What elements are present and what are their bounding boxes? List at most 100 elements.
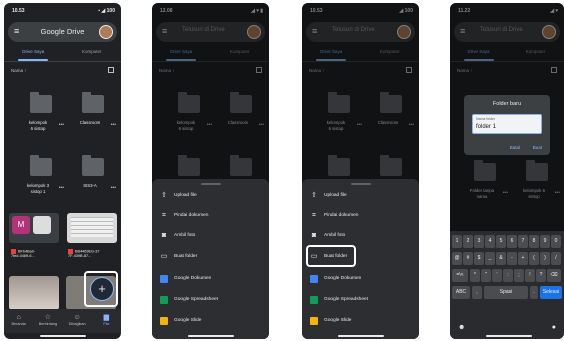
folder-item[interactable]: kelompok 6 sistop ••• — [18, 92, 64, 155]
people-icon: ☺ — [73, 314, 81, 321]
key[interactable]: - — [507, 252, 517, 265]
file-thumbnail[interactable]: M — [9, 213, 59, 243]
google-slides-icon — [160, 317, 168, 325]
google-docs-icon — [310, 275, 318, 283]
key[interactable]: =\< — [452, 269, 468, 282]
google-docs-icon — [160, 275, 168, 283]
key[interactable]: _ — [485, 252, 495, 265]
more-icon[interactable]: ••• — [59, 185, 64, 191]
menu-item-scan[interactable]: ⌗ Pindai dokumen — [302, 207, 419, 225]
google-sheets-icon — [310, 296, 318, 304]
menu-item-scan[interactable]: ⌗ Pindai dokumen — [152, 207, 269, 225]
more-icon[interactable]: ••• — [111, 185, 116, 191]
menu-item-new-folder[interactable]: ▭ Buat folder — [152, 248, 269, 266]
key[interactable]: " — [481, 269, 491, 282]
key[interactable]: : — [503, 269, 513, 282]
phone-screen-drive-home: 10.53 ▪ ◢ 100 ≡ Google Drive Drive Saya … — [4, 3, 121, 339]
space-key[interactable]: Spasi — [484, 286, 528, 299]
backspace-key[interactable]: ⌫ — [547, 269, 561, 282]
mic-icon[interactable]: ● — [552, 324, 556, 331]
abc-key[interactable]: ABC — [452, 286, 470, 299]
tab-computers[interactable]: Komputer — [63, 49, 122, 54]
sheet-handle[interactable] — [200, 183, 221, 185]
key[interactable]: ; — [514, 269, 524, 282]
file-name[interactable]: BFb4Ba0- 7fed-4469-6... — [11, 249, 35, 259]
key[interactable]: + — [518, 252, 528, 265]
more-icon[interactable]: ••• — [111, 122, 116, 128]
keyboard-row: =\< * " ' : ; ! ? ⌫ — [452, 269, 562, 284]
key[interactable]: ' — [492, 269, 502, 282]
folder-name: SIS3-A — [83, 183, 97, 188]
avatar[interactable] — [99, 25, 113, 39]
grid-view-icon[interactable] — [108, 67, 114, 73]
emoji-icon[interactable]: ☻ — [458, 324, 465, 331]
key[interactable]: / — [551, 252, 561, 265]
menu-item-photo[interactable]: ◙ Ambil foto — [302, 227, 419, 245]
thumb-photo — [33, 216, 51, 234]
key[interactable]: ) — [540, 252, 550, 265]
folder-name: kelompok 3 sistop 1 — [27, 183, 49, 194]
done-key[interactable]: Selesai — [540, 286, 562, 299]
folder-icon — [30, 155, 52, 176]
camera-icon: ◙ — [161, 232, 167, 239]
menu-item-sheets[interactable]: Google Spreadsheet — [152, 291, 269, 309]
sort-button[interactable]: Nama ↑ — [11, 68, 27, 73]
dialog-title: Folder baru — [492, 101, 522, 107]
key[interactable]: 7 — [518, 235, 528, 248]
sheet-handle[interactable] — [350, 183, 371, 185]
camera-icon: ◙ — [311, 232, 317, 239]
menu-item-photo[interactable]: ◙ Ambil foto — [152, 227, 269, 245]
key[interactable]: ( — [529, 252, 539, 265]
nav-home[interactable]: ⌂ Beranda — [4, 313, 33, 326]
key[interactable]: @ — [452, 252, 462, 265]
key[interactable]: 0 — [551, 235, 561, 248]
key[interactable]: # — [463, 252, 473, 265]
more-icon[interactable]: ••• — [59, 122, 64, 128]
nav-shared[interactable]: ☺ Dibagikan — [63, 313, 92, 326]
file-thumbnail[interactable] — [67, 213, 117, 243]
menu-item-docs[interactable]: Google Dokumen — [152, 270, 269, 288]
menu-item-slides[interactable]: Google Slide — [152, 312, 269, 330]
google-sheets-icon — [160, 296, 168, 304]
key[interactable]: ? — [536, 269, 546, 282]
folder-item[interactable]: Classroom ••• — [70, 92, 116, 155]
menu-item-sheets[interactable]: Google Spreadsheet — [302, 291, 419, 309]
input-label: Nama folder — [476, 117, 496, 121]
key[interactable]: * — [470, 269, 480, 282]
folder-name-input[interactable]: Nama folder folder 1 — [472, 114, 542, 134]
menu-item-upload[interactable]: ⇧ Upload file — [152, 187, 269, 205]
keyboard-row: @ # $ _ & - + ( ) / — [452, 252, 562, 267]
file-thumbnail[interactable] — [9, 276, 59, 310]
tab-my-drive[interactable]: Drive Saya — [4, 49, 63, 54]
key[interactable]: . — [530, 286, 538, 299]
menu-item-docs[interactable]: Google Dokumen — [302, 270, 419, 288]
key[interactable]: 3 — [474, 235, 484, 248]
key[interactable]: 2 — [463, 235, 473, 248]
key[interactable]: & — [496, 252, 506, 265]
file-name[interactable]: BB4469EG-37 7F-439B-87... — [68, 249, 100, 259]
nav-files[interactable]: ▆ File — [92, 313, 121, 326]
key[interactable]: 8 — [529, 235, 539, 248]
key[interactable]: 5 — [496, 235, 506, 248]
status-time: 10.53 — [12, 8, 25, 14]
menu-item-upload[interactable]: ⇧ Upload file — [302, 187, 419, 205]
cancel-button[interactable]: Batal — [510, 145, 520, 150]
menu-item-slides[interactable]: Google Slide — [302, 312, 419, 330]
key[interactable]: 1 — [452, 235, 462, 248]
file-thumbnails: M — [9, 213, 117, 245]
scan-icon: ⌗ — [162, 212, 166, 219]
folder-item[interactable]: SIS3-A ••• — [70, 155, 116, 218]
key[interactable]: 6 — [507, 235, 517, 248]
key[interactable]: ! — [525, 269, 535, 282]
sort-row: Nama ↑ — [11, 67, 114, 76]
key[interactable]: $ — [474, 252, 484, 265]
create-button[interactable]: Buat — [533, 145, 542, 150]
folder-icon — [82, 92, 104, 113]
key[interactable]: , — [472, 286, 482, 299]
nav-starred[interactable]: ☆ Berbintang — [33, 313, 62, 326]
home-indicator — [338, 335, 384, 337]
key[interactable]: 9 — [540, 235, 550, 248]
search-bar[interactable]: ≡ Google Drive — [8, 22, 117, 42]
key[interactable]: 4 — [485, 235, 495, 248]
folder-item[interactable]: kelompok 3 sistop 1 ••• — [18, 155, 64, 218]
